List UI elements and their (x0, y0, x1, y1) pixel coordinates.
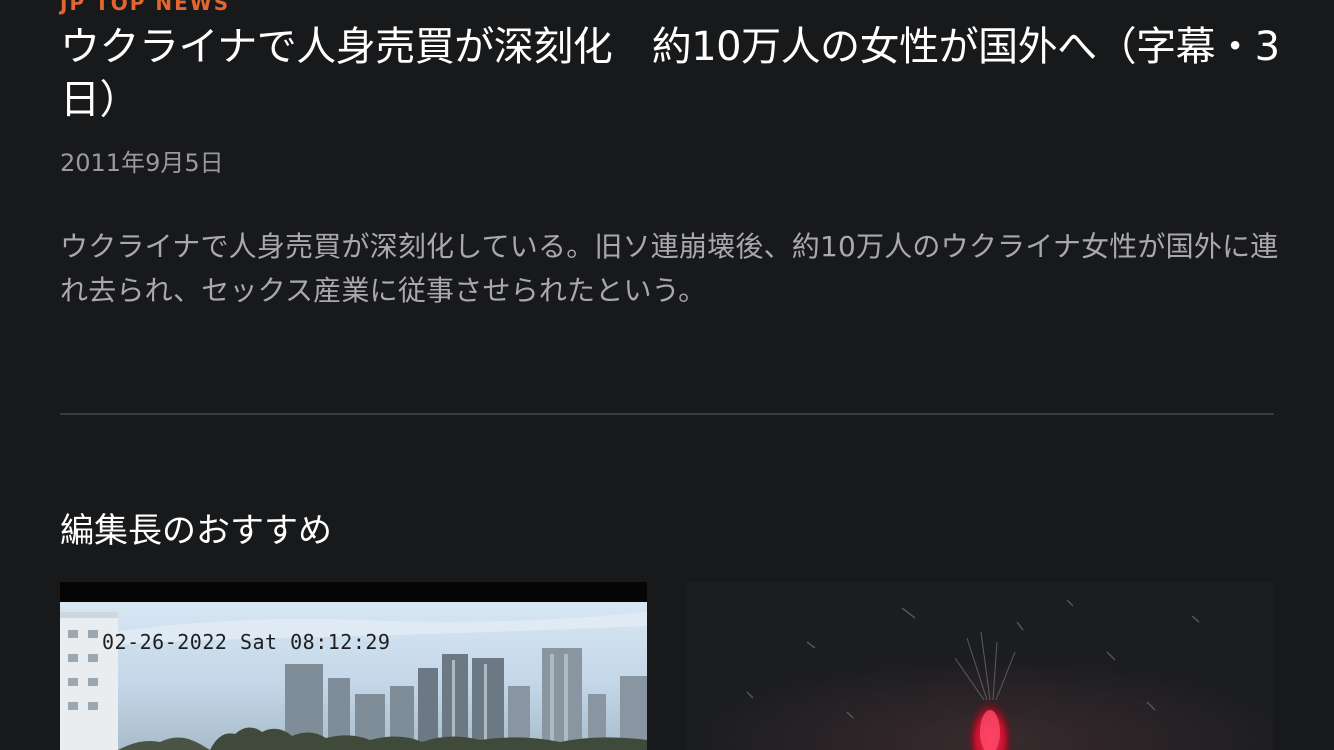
camera-timestamp: 02-26-2022 Sat 08:12:29 (102, 630, 391, 654)
article-date: 2011年9月5日 (60, 149, 224, 177)
article-summary: ウクライナで人身売買が深刻化している。旧ソ連崩壊後、約10万人のウクライナ女性が… (60, 230, 1279, 307)
city-skyline-image (60, 582, 647, 750)
recommendation-card-city-camera[interactable]: 02-26-2022 Sat 08:12:29 (60, 582, 647, 750)
section-divider (60, 413, 1274, 415)
recommendations-title: 編集長のおすすめ (60, 511, 332, 551)
recommendation-card-night-flare[interactable] (687, 582, 1274, 750)
category-label[interactable]: JP TOP NEWS (60, 0, 230, 15)
night-flare-image (687, 582, 1274, 750)
article-headline: ウクライナで人身売買が深刻化 約10万人の女性が国外へ（字幕・3日） (60, 24, 1280, 123)
